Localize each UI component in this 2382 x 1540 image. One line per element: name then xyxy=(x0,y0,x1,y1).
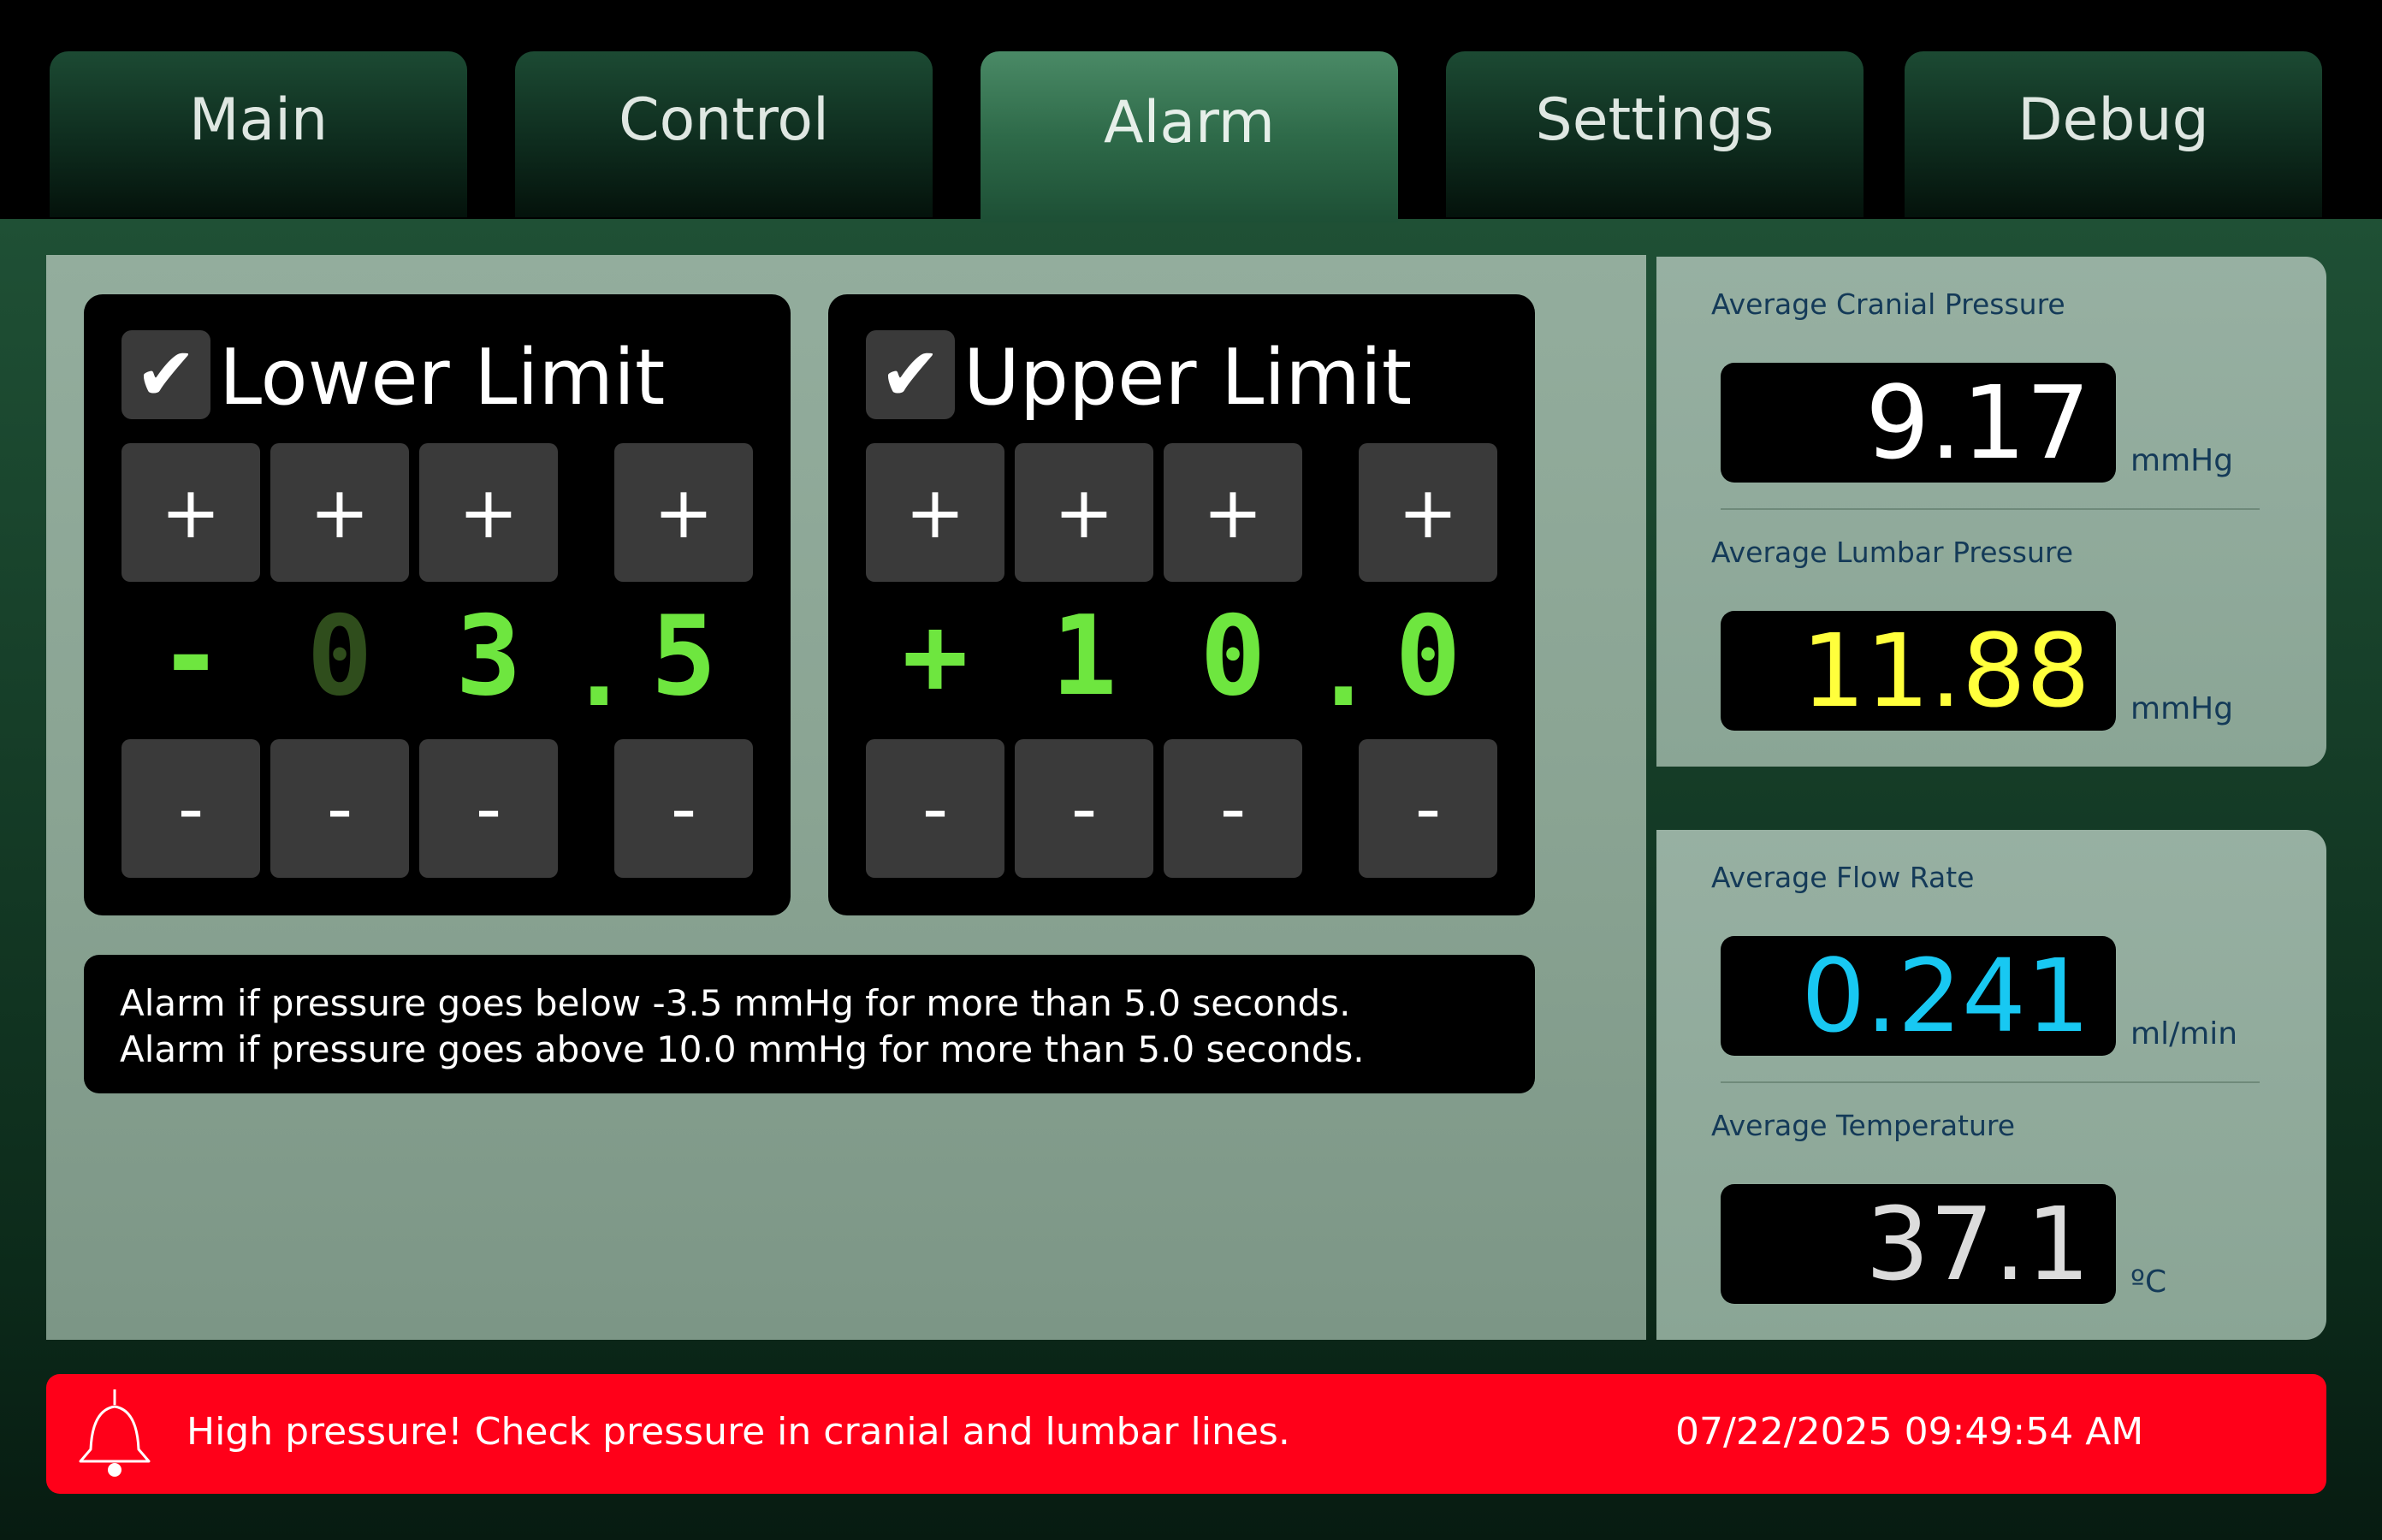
alert-bar[interactable]: High pressure! Check pressure in cranial… xyxy=(46,1374,2326,1494)
upper-sign-digit: + xyxy=(902,593,969,720)
upper-tenths-increment-button[interactable]: + xyxy=(1359,443,1497,582)
divider xyxy=(1721,508,2260,510)
alarm-lower-message: Alarm if pressure goes below -3.5 mmHg f… xyxy=(120,982,1351,1024)
upper-sign-decrement-button[interactable]: - xyxy=(866,739,1004,878)
tab-alarm[interactable]: Alarm xyxy=(981,51,1398,222)
upper-tens-decrement-button[interactable]: - xyxy=(1015,739,1153,878)
lower-ones-digit: 3 xyxy=(455,593,522,720)
alert-message: High pressure! Check pressure in cranial… xyxy=(187,1410,1290,1454)
tab-debug[interactable]: Debug xyxy=(1905,51,2322,217)
tab-main[interactable]: Main xyxy=(50,51,467,217)
lower-limit-title: Lower Limit xyxy=(219,333,666,423)
tab-control[interactable]: Control xyxy=(515,51,933,217)
checkmark-icon: ✔ xyxy=(879,332,942,418)
lumbar-pressure-label: Average Lumbar Pressure xyxy=(1711,536,2074,569)
flow-temperature-panel: Average Flow Rate 0.241 ml/min Average T… xyxy=(1656,830,2326,1340)
alarm-description-box: Alarm if pressure goes below -3.5 mmHg f… xyxy=(84,955,1535,1093)
lower-tens-increment-button[interactable]: + xyxy=(270,443,409,582)
upper-limit-title: Upper Limit xyxy=(963,333,1413,423)
lower-tenths-increment-button[interactable]: + xyxy=(614,443,753,582)
flow-rate-value: 0.241 xyxy=(1721,936,2116,1056)
temperature-unit: ºC xyxy=(2130,1265,2167,1300)
lower-ones-increment-button[interactable]: + xyxy=(419,443,558,582)
lower-tenths-decrement-button[interactable]: - xyxy=(614,739,753,878)
lower-sign-digit: - xyxy=(157,593,224,720)
alert-timestamp: 07/22/2025 09:49:54 AM xyxy=(1675,1410,2144,1454)
upper-tens-increment-button[interactable]: + xyxy=(1015,443,1153,582)
upper-ones-digit: 0 xyxy=(1200,593,1266,720)
upper-ones-decrement-button[interactable]: - xyxy=(1164,739,1302,878)
cranial-pressure-value: 9.17 xyxy=(1721,363,2116,483)
tab-bar: Main Control Alarm Settings Debug xyxy=(0,0,2382,222)
upper-limit-box: ✔ Upper Limit + + + + + 1 0 . 0 - - - - xyxy=(828,294,1535,915)
temperature-value: 37.1 xyxy=(1721,1184,2116,1304)
divider xyxy=(1721,1081,2260,1083)
lumbar-pressure-unit: mmHg xyxy=(2130,691,2234,726)
tab-settings[interactable]: Settings xyxy=(1446,51,1864,217)
upper-tenths-decrement-button[interactable]: - xyxy=(1359,739,1497,878)
checkmark-icon: ✔ xyxy=(134,332,198,418)
cranial-pressure-label: Average Cranial Pressure xyxy=(1711,287,2065,321)
lower-ones-decrement-button[interactable]: - xyxy=(419,739,558,878)
lower-sign-decrement-button[interactable]: - xyxy=(121,739,260,878)
lower-limit-checkbox[interactable]: ✔ xyxy=(121,330,210,419)
lower-limit-box: ✔ Lower Limit + + + + - 0 3 . 5 - - - - xyxy=(84,294,791,915)
lower-tens-decrement-button[interactable]: - xyxy=(270,739,409,878)
upper-tens-digit: 1 xyxy=(1051,593,1117,720)
upper-limit-checkbox[interactable]: ✔ xyxy=(866,330,955,419)
upper-tenths-digit: 0 xyxy=(1395,593,1461,720)
bell-icon xyxy=(79,1389,151,1477)
flow-rate-unit: ml/min xyxy=(2130,1016,2238,1051)
pressure-panel: Average Cranial Pressure 9.17 mmHg Avera… xyxy=(1656,257,2326,767)
lower-tenths-digit: 5 xyxy=(650,593,717,720)
lumbar-pressure-value: 11.88 xyxy=(1721,611,2116,731)
lower-tens-digit: 0 xyxy=(306,593,373,720)
upper-ones-increment-button[interactable]: + xyxy=(1164,443,1302,582)
alarm-upper-message: Alarm if pressure goes above 10.0 mmHg f… xyxy=(120,1028,1365,1070)
temperature-label: Average Temperature xyxy=(1711,1109,2016,1142)
lower-sign-increment-button[interactable]: + xyxy=(121,443,260,582)
cranial-pressure-unit: mmHg xyxy=(2130,443,2234,478)
upper-sign-increment-button[interactable]: + xyxy=(866,443,1004,582)
flow-rate-label: Average Flow Rate xyxy=(1711,861,1975,894)
